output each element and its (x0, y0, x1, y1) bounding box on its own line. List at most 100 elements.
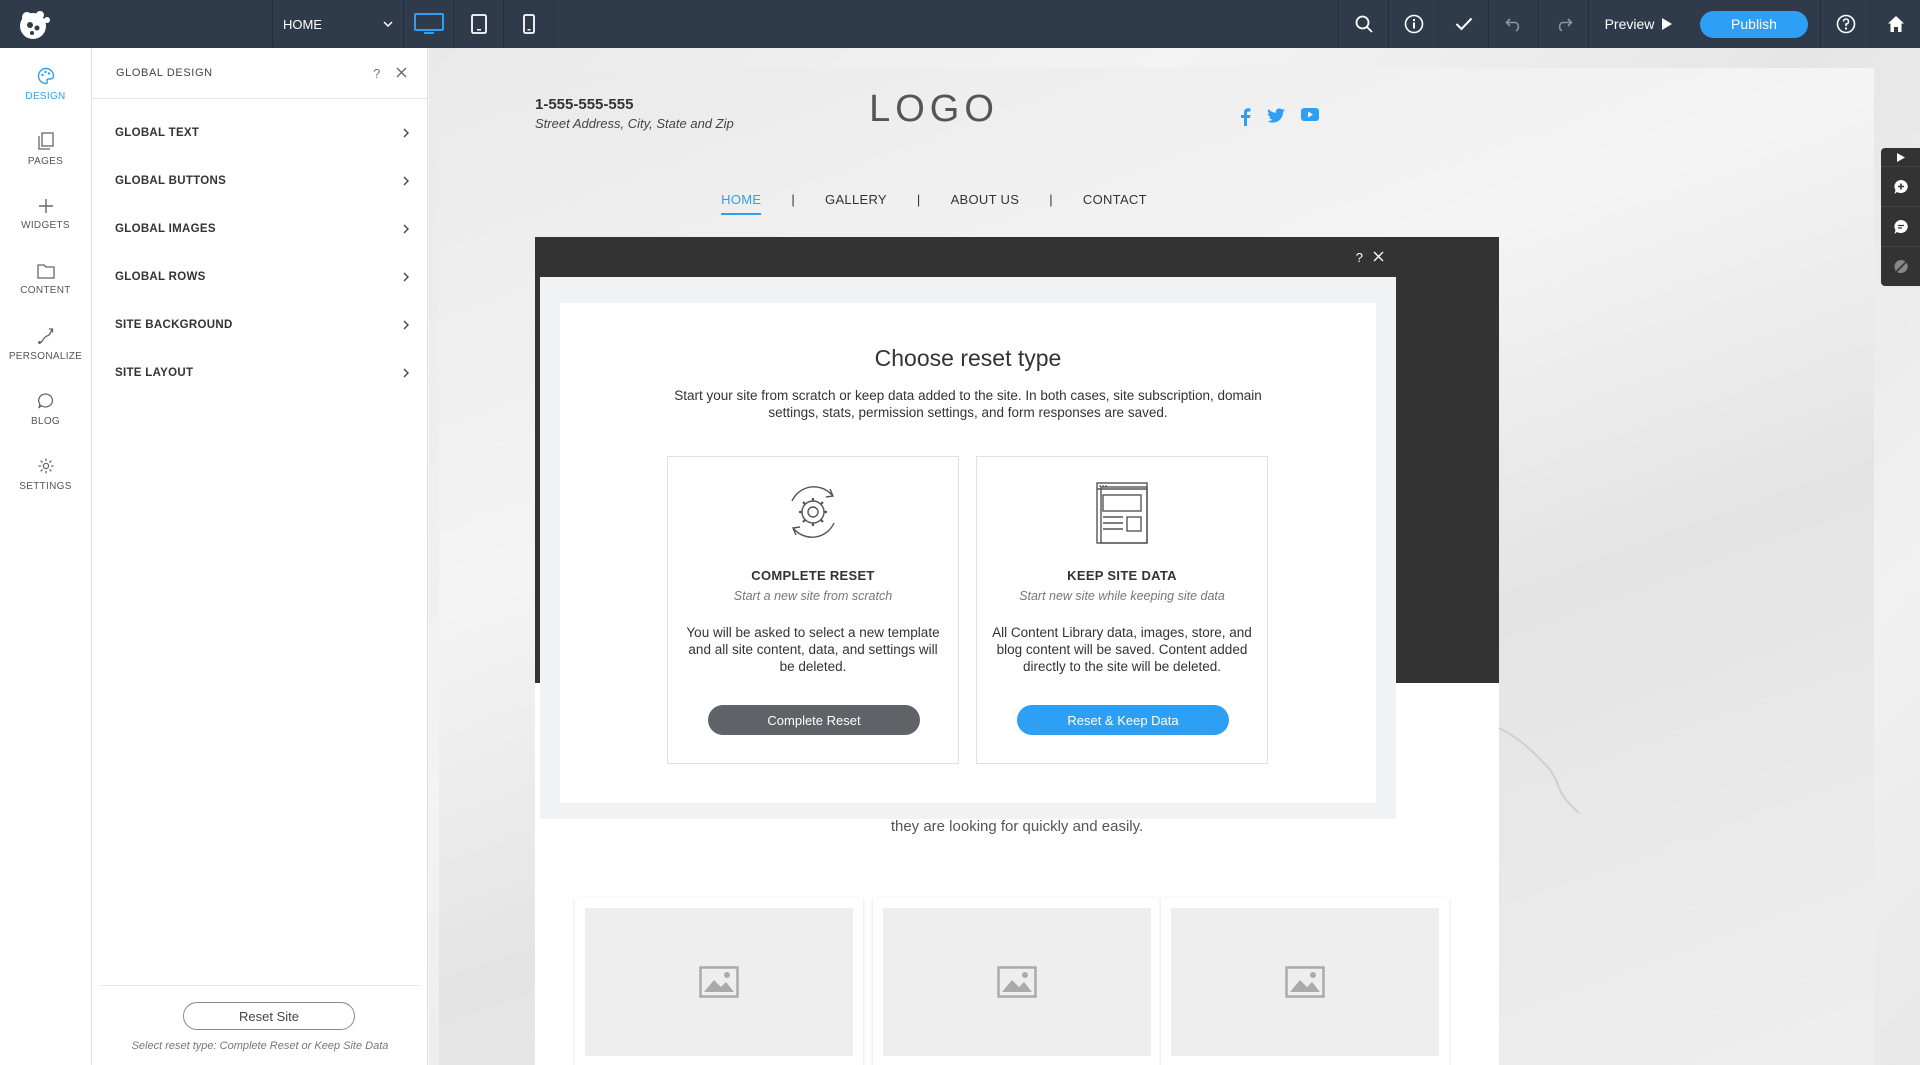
chevron-right-icon (403, 272, 409, 282)
floating-toolbar (1881, 148, 1920, 286)
reset-keep-data-button[interactable]: Reset & Keep Data (1017, 705, 1229, 735)
option-description: You will be asked to select a new templa… (686, 625, 940, 674)
chevron-right-icon (403, 176, 409, 186)
top-toolbar: HOME Preview Publish (0, 0, 1920, 48)
reset-hint-text: Select reset type: Complete Reset or Kee… (131, 1040, 389, 1052)
rail-item-design[interactable]: DESIGN (0, 52, 91, 117)
rail-item-label: SETTINGS (19, 481, 72, 492)
panel-help-button[interactable]: ? (365, 66, 389, 81)
rail-item-label: WIDGETS (21, 220, 70, 231)
chevron-right-icon (403, 224, 409, 234)
nav-separator: | (1049, 192, 1053, 207)
play-icon (1896, 152, 1905, 162)
rail-item-pages[interactable]: PAGES (0, 117, 91, 182)
app-logo-icon (20, 11, 50, 39)
check-button[interactable] (1438, 0, 1488, 48)
image-placeholder (883, 908, 1151, 1056)
dialog-close-button[interactable] (1373, 250, 1384, 265)
publish-button[interactable]: Publish (1700, 10, 1808, 38)
site-layout-icon (1096, 482, 1148, 544)
redo-button[interactable] (1538, 0, 1588, 48)
left-nav-rail: DESIGN PAGES WIDGETS CONTENT PERSONALIZE… (0, 48, 92, 1065)
dialog-description: Start your site from scratch or keep dat… (674, 388, 1262, 420)
image-placeholder (585, 908, 853, 1056)
preview-button[interactable]: Preview (1588, 0, 1688, 48)
hide-comments-button[interactable] (1881, 246, 1920, 286)
panel-close-button[interactable] (389, 66, 413, 81)
reset-site-button[interactable]: Reset Site (183, 1002, 355, 1030)
help-button[interactable] (1820, 0, 1870, 48)
info-icon (1404, 14, 1423, 34)
gear-refresh-icon (791, 486, 835, 538)
marble-vein-decoration (1499, 727, 1580, 814)
nav-about-us[interactable]: ABOUT US (951, 192, 1020, 215)
panel-item-global-buttons[interactable]: GLOBAL BUTTONS (92, 157, 427, 205)
panel-item-global-text[interactable]: GLOBAL TEXT (92, 109, 427, 157)
tablet-view-button[interactable] (454, 0, 504, 48)
page-selector[interactable]: HOME (272, 0, 404, 48)
palette-icon (37, 67, 54, 85)
rail-item-label: BLOG (31, 416, 60, 427)
plus-icon (38, 199, 53, 213)
panel-menu: GLOBAL TEXT GLOBAL BUTTONS GLOBAL IMAGES… (92, 99, 427, 397)
toolbar-toggle-button[interactable] (1881, 148, 1920, 166)
image-icon (699, 966, 739, 998)
desktop-icon (413, 13, 444, 34)
checkmark-icon (1455, 17, 1472, 31)
reset-type-dialog: ? Choose reset type Start your site from… (540, 237, 1396, 819)
panel-item-global-images[interactable]: GLOBAL IMAGES (92, 205, 427, 253)
comment-off-icon (1893, 259, 1908, 274)
dialog-help-button[interactable]: ? (1356, 250, 1363, 265)
close-icon (1373, 251, 1384, 261)
global-design-panel: GLOBAL DESIGN ? GLOBAL TEXT GLOBAL BUTTO… (92, 48, 428, 1065)
panel-item-label: GLOBAL ROWS (115, 271, 206, 283)
panel-item-label: GLOBAL IMAGES (115, 223, 216, 235)
dialog-title: Choose reset type (874, 345, 1062, 371)
info-button[interactable] (1388, 0, 1438, 48)
play-icon (1662, 18, 1673, 30)
option-title: COMPLETE RESET (751, 568, 875, 583)
rail-item-widgets[interactable]: WIDGETS (0, 182, 91, 247)
panel-item-label: GLOBAL BUTTONS (115, 175, 227, 187)
youtube-icon[interactable] (1301, 108, 1319, 121)
nav-home[interactable]: HOME (721, 192, 762, 215)
image-icon (997, 966, 1037, 998)
help-icon (1836, 14, 1855, 34)
panel-item-site-background[interactable]: SITE BACKGROUND (92, 301, 427, 349)
chevron-right-icon (403, 128, 409, 138)
undo-button[interactable] (1488, 0, 1538, 48)
chevron-right-icon (403, 320, 409, 330)
gallery-card[interactable] (575, 898, 863, 1065)
panel-item-site-layout[interactable]: SITE LAYOUT (92, 349, 427, 397)
nav-separator: | (791, 192, 796, 207)
add-comment-icon (1893, 179, 1908, 194)
rail-item-personalize[interactable]: PERSONALIZE (0, 312, 91, 377)
panel-title: GLOBAL DESIGN (116, 67, 213, 79)
app-logo[interactable] (0, 0, 68, 48)
nav-contact[interactable]: CONTACT (1083, 192, 1147, 215)
home-icon (1887, 16, 1904, 32)
redo-icon (1558, 18, 1573, 32)
comments-button[interactable] (1881, 206, 1920, 246)
nav-gallery[interactable]: GALLERY (825, 192, 887, 215)
rail-item-blog[interactable]: BLOG (0, 377, 91, 442)
complete-reset-button[interactable]: Complete Reset (708, 705, 920, 735)
search-icon (1355, 15, 1373, 33)
desktop-view-button[interactable] (404, 0, 454, 48)
panel-item-label: SITE BACKGROUND (115, 319, 233, 331)
facebook-icon[interactable] (1239, 108, 1251, 126)
nav-separator: | (916, 192, 921, 207)
search-button[interactable] (1338, 0, 1388, 48)
add-comment-button[interactable] (1881, 166, 1920, 206)
mobile-view-button[interactable] (504, 0, 554, 48)
rail-item-label: PERSONALIZE (8, 351, 83, 362)
twitter-icon[interactable] (1267, 108, 1285, 123)
panel-item-global-rows[interactable]: GLOBAL ROWS (92, 253, 427, 301)
option-subtitle: Start new site while keeping site data (1019, 589, 1225, 603)
gallery-card[interactable] (873, 898, 1161, 1065)
chevron-down-icon (383, 21, 393, 27)
gallery-card[interactable] (1161, 898, 1449, 1065)
home-button[interactable] (1870, 0, 1920, 48)
rail-item-content[interactable]: CONTENT (0, 247, 91, 312)
rail-item-settings[interactable]: SETTINGS (0, 442, 91, 507)
